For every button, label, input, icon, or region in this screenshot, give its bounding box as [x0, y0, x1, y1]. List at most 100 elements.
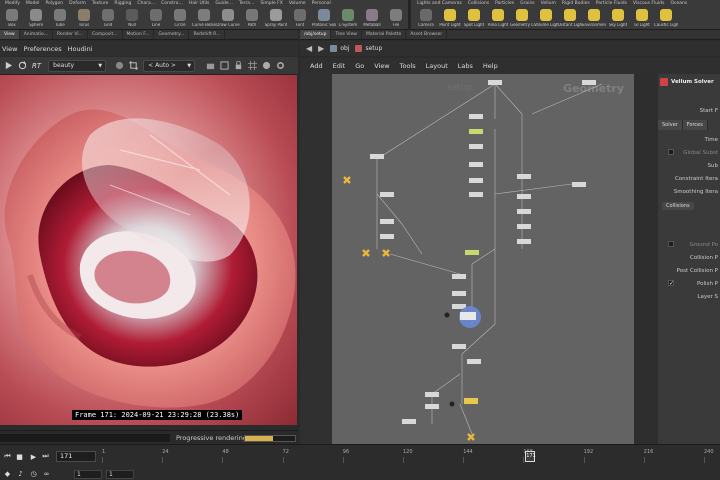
- network-tab[interactable]: Asset Browser: [406, 30, 448, 39]
- jump-end-icon[interactable]: ⏭: [40, 451, 51, 462]
- shelf-tool-button[interactable]: L-System: [336, 8, 360, 30]
- back-arrow-icon[interactable]: ◀: [306, 44, 312, 53]
- range-start-field[interactable]: 1: [74, 469, 102, 479]
- camera-dropdown[interactable]: < Auto > ▼: [143, 59, 196, 72]
- shelf-tab[interactable]: Rigging: [111, 0, 134, 7]
- shelf-tab[interactable]: Personal: [309, 0, 334, 7]
- shelf-tool-button[interactable]: Area Light: [486, 8, 510, 30]
- viewer-tab[interactable]: Composit...: [88, 30, 123, 39]
- path-crumb-obj[interactable]: obj: [330, 45, 349, 52]
- tab-forces[interactable]: Forces: [682, 120, 708, 130]
- shelf-tab[interactable]: Chara...: [134, 0, 158, 7]
- path-crumb-setup[interactable]: setup: [355, 45, 382, 52]
- shelf-tab[interactable]: Hair Utils: [186, 0, 213, 7]
- shelf-tab[interactable]: Model: [23, 0, 43, 7]
- network-menu-item[interactable]: Tools: [400, 62, 416, 70]
- render-viewport[interactable]: [0, 75, 297, 425]
- shelf-tab[interactable]: Terra...: [236, 0, 257, 7]
- network-menu-item[interactable]: Add: [310, 62, 323, 70]
- network-menu-item[interactable]: Help: [483, 62, 498, 70]
- tab-solver[interactable]: Solver: [658, 120, 683, 130]
- viewer-tab[interactable]: Redshift R...: [189, 30, 226, 39]
- network-editor[interactable]: Geometry setup: [332, 74, 634, 444]
- shelf-tool-button[interactable]: Metaball: [360, 8, 384, 30]
- shelf-tab[interactable]: Simple FX: [257, 0, 285, 7]
- shelf-tool-button[interactable]: Spray Paint: [264, 8, 288, 30]
- lock-icon[interactable]: [233, 60, 244, 71]
- color-picker-icon[interactable]: [261, 60, 272, 71]
- shelf-tool-button[interactable]: Torus: [72, 8, 96, 30]
- aov-dropdown[interactable]: beauty ▼: [48, 59, 107, 72]
- viewer-tab[interactable]: View: [0, 30, 20, 39]
- viewer-tab[interactable]: Geometry...: [154, 30, 190, 39]
- range-end-field[interactable]: 1: [106, 469, 134, 479]
- shelf-tab[interactable]: Guide...: [212, 0, 236, 7]
- shelf-tool-button[interactable]: Camera: [414, 8, 438, 30]
- shelf-tool-button[interactable]: Spot Light: [462, 8, 486, 30]
- keyframe-icon[interactable]: ◆: [2, 469, 13, 480]
- network-menu-item[interactable]: Labs: [458, 62, 473, 70]
- viewer-tab[interactable]: Motion F...: [123, 30, 155, 39]
- forward-arrow-icon[interactable]: ▶: [318, 44, 324, 53]
- ground-position-checkbox[interactable]: [668, 241, 674, 247]
- shelf-tab[interactable]: Oceans: [668, 0, 691, 7]
- network-menu-item[interactable]: Edit: [333, 62, 346, 70]
- crop-icon[interactable]: [128, 60, 139, 71]
- shelf-tab[interactable]: Constra...: [158, 0, 186, 7]
- shelf-tool-button[interactable]: Environment Light: [582, 8, 606, 30]
- region-icon[interactable]: [219, 60, 230, 71]
- timeline-cursor[interactable]: 171: [525, 451, 536, 462]
- network-tab[interactable]: /obj/setup: [300, 30, 332, 39]
- shelf-tool-button[interactable]: Distant Light: [558, 8, 582, 30]
- clock-icon[interactable]: ◷: [28, 469, 39, 480]
- shelf-tab[interactable]: Viscous Fluids: [630, 0, 668, 7]
- lens-icon[interactable]: [114, 60, 125, 71]
- menu-houdini[interactable]: Houdini: [68, 45, 93, 53]
- shelf-tab[interactable]: Particles: [492, 0, 517, 7]
- network-menu-item[interactable]: Go: [355, 62, 364, 70]
- timeline-ruler[interactable]: 124487296120144168192216240171: [102, 449, 720, 463]
- shelf-tool-button[interactable]: Null: [120, 8, 144, 30]
- viewer-tab[interactable]: Render Vi...: [53, 30, 88, 39]
- shelf-tool-button[interactable]: Box: [0, 8, 24, 30]
- shelf-tool-button[interactable]: File: [384, 8, 408, 30]
- shelf-tool-button[interactable]: Tube: [48, 8, 72, 30]
- shelf-tab[interactable]: Modify: [2, 0, 23, 7]
- shelf-tool-button[interactable]: Grid: [96, 8, 120, 30]
- menu-view[interactable]: View: [2, 45, 17, 53]
- tab-collisions[interactable]: Collisions: [662, 202, 694, 210]
- shelf-tool-button[interactable]: Geometry Light: [510, 8, 534, 30]
- shelf-tool-button[interactable]: Circle: [168, 8, 192, 30]
- viewer-tab[interactable]: Animatio...: [20, 30, 53, 39]
- shelf-tab[interactable]: Particle Fluids: [593, 0, 630, 7]
- grid-icon[interactable]: [247, 60, 258, 71]
- shelf-tab[interactable]: Volume: [286, 0, 309, 7]
- snapshot-icon[interactable]: [205, 60, 216, 71]
- shelf-tab[interactable]: Rigid Bodies: [559, 0, 593, 7]
- polish-passes-checkbox[interactable]: ✓: [668, 280, 674, 287]
- shelf-tab[interactable]: Texture: [89, 0, 111, 7]
- shelf-tool-button[interactable]: Draw Curve: [216, 8, 240, 30]
- audio-icon[interactable]: ♪: [15, 469, 26, 480]
- rt-label[interactable]: RT: [32, 62, 41, 70]
- shelf-tool-button[interactable]: Line: [144, 8, 168, 30]
- refresh-icon[interactable]: [17, 60, 28, 71]
- network-tab[interactable]: Material Palette: [362, 30, 407, 39]
- settings-icon[interactable]: [275, 60, 286, 71]
- global-substeps-checkbox[interactable]: [668, 149, 674, 155]
- network-menu-item[interactable]: Layout: [426, 62, 448, 70]
- shelf-tool-button[interactable]: GI Light: [630, 8, 654, 30]
- shelf-tool-button[interactable]: Sphere: [24, 8, 48, 30]
- shelf-tool-button[interactable]: Point Light: [438, 8, 462, 30]
- shelf-tab[interactable]: Vellum: [538, 0, 559, 7]
- shelf-tab[interactable]: Collisions: [465, 0, 492, 7]
- shelf-tab[interactable]: Grains: [517, 0, 538, 7]
- shelf-tool-button[interactable]: Curve Bezier: [192, 8, 216, 30]
- shelf-tab[interactable]: Polygon: [42, 0, 66, 7]
- menu-preferences[interactable]: Preferences: [23, 45, 61, 53]
- jump-start-icon[interactable]: ⏮: [2, 451, 13, 462]
- stop-icon[interactable]: ■: [14, 451, 25, 462]
- shelf-tool-button[interactable]: Caustic Light: [654, 8, 678, 30]
- shelf-tool-button[interactable]: Volume Light: [534, 8, 558, 30]
- shelf-tab[interactable]: Deform: [66, 0, 89, 7]
